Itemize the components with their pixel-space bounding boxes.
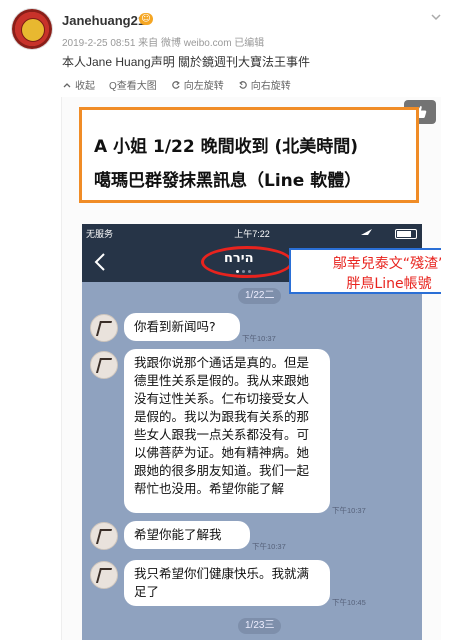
collapse-label: 收起	[75, 81, 95, 92]
message-time: 下午10:45	[332, 598, 366, 607]
image-toolbar: 收起 Q查看大图 向左旋转 向右旋转	[62, 77, 291, 92]
post-image[interactable]: A 小姐 1/22 晚間收到 (北美時間) 噶瑪巴群發抹黑訊息（Line 軟體）…	[61, 97, 441, 640]
friend-avatar[interactable]	[90, 522, 118, 550]
friend-avatar[interactable]	[90, 314, 118, 342]
view-large-button[interactable]: Q查看大图	[109, 77, 157, 92]
rotate-left-label: 向左旋转	[183, 81, 224, 92]
message-time: 下午10:37	[252, 542, 286, 551]
message-bubble: 我跟你说那个通话是真的。但是德里性关系是假的。我从来跟她没有过性关系。仁布切接受…	[124, 349, 330, 513]
headline-box: A 小姐 1/22 晚間收到 (北美時間) 噶瑪巴群發抹黑訊息（Line 軟體）	[79, 107, 419, 203]
post-text: 本人Jane Huang声明 關於鏡週刊大寶法王事件	[62, 55, 311, 69]
rotate-right-icon	[238, 80, 247, 89]
message-time: 下午10:37	[332, 506, 366, 515]
collapse-icon	[63, 82, 71, 87]
chevron-down-icon[interactable]	[428, 10, 444, 26]
back-arrow-icon[interactable]	[90, 250, 110, 274]
message-bubble: 希望你能了解我	[124, 521, 250, 549]
headline-line-2: 噶瑪巴群發抹黑訊息（Line 軟體）	[94, 171, 362, 191]
battery-icon	[395, 229, 417, 239]
highlight-circle	[201, 246, 293, 278]
location-icon	[361, 229, 372, 235]
collapse-button[interactable]: 收起	[62, 77, 95, 92]
view-large-label: Q查看大图	[109, 81, 157, 92]
rotate-right-label: 向右旋转	[250, 81, 291, 92]
username[interactable]: Janehuang21	[62, 13, 145, 28]
user-avatar[interactable]	[12, 9, 52, 49]
headline-line-1: A 小姐 1/22 晚間收到 (北美時間)	[94, 137, 359, 157]
rotate-right-button[interactable]: 向右旋转	[238, 77, 291, 92]
date-separator: 1/22二	[238, 288, 282, 304]
friend-avatar[interactable]	[90, 351, 118, 379]
annotation-line-1: 鄔幸兒泰文“殘渣”	[332, 256, 441, 272]
message-time: 下午10:37	[242, 334, 276, 343]
post-meta: 2019-2-25 08:51 来自 微博 weibo.com 已编辑	[62, 38, 265, 49]
status-bar: 无服务 上午7:22	[82, 224, 422, 242]
annotation-box: 鄔幸兒泰文“殘渣” 胖鳥Line帳號	[289, 248, 441, 294]
rotate-left-button[interactable]: 向左旋转	[171, 77, 224, 92]
annotation-line-2: 胖鳥Line帳號	[346, 276, 432, 292]
message-bubble: 你看到新闻吗?	[124, 313, 240, 341]
friend-avatar[interactable]	[90, 561, 118, 589]
member-badge-icon: ☺	[139, 13, 153, 25]
rotate-left-icon	[171, 80, 180, 89]
date-separator: 1/23三	[238, 618, 282, 634]
message-bubble: 我只希望你们健康快乐。我就满足了	[124, 560, 330, 606]
